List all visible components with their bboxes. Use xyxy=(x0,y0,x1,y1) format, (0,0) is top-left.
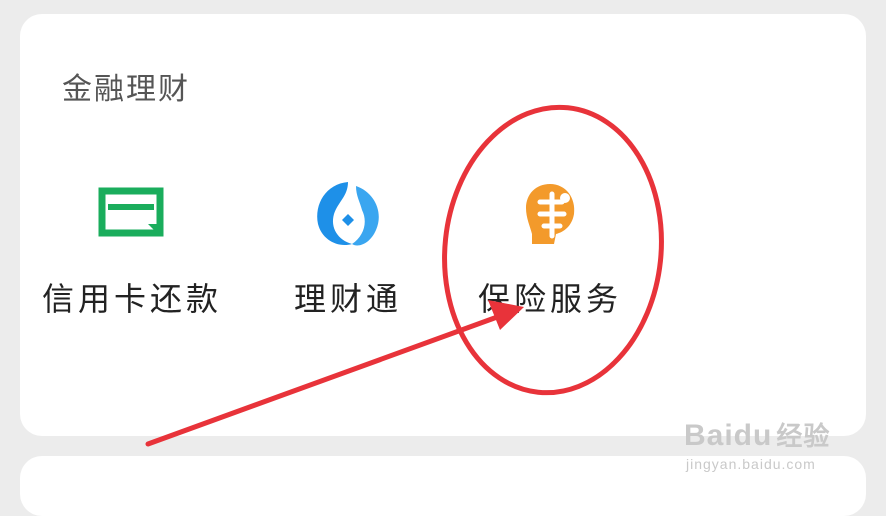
insurance-service-icon xyxy=(526,184,575,244)
baidu-jingyan-watermark: Baidu 经验 jingyan.baidu.com xyxy=(676,416,876,486)
insurance-service-button[interactable]: 保险服务 xyxy=(450,164,650,334)
watermark-brand-suffix: 经验 xyxy=(776,421,831,451)
credit-card-repay-icon xyxy=(98,187,164,237)
credit-card-repay-label: 信用卡还款 xyxy=(41,280,222,318)
watermark-url: jingyan.baidu.com xyxy=(686,456,816,472)
licaitong-button[interactable]: 理财通 xyxy=(248,164,448,334)
insurance-service-label: 保险服务 xyxy=(477,280,622,318)
licaitong-label: 理财通 xyxy=(293,280,402,318)
licaitong-fish-icon xyxy=(317,182,379,246)
watermark-brand: Baidu xyxy=(684,419,773,452)
credit-card-repay-button[interactable]: 信用卡还款 xyxy=(32,164,232,334)
finance-card: 金融理财 信用卡还款 理财通 保险服务 xyxy=(20,14,866,436)
section-title: 金融理财 xyxy=(62,72,190,107)
